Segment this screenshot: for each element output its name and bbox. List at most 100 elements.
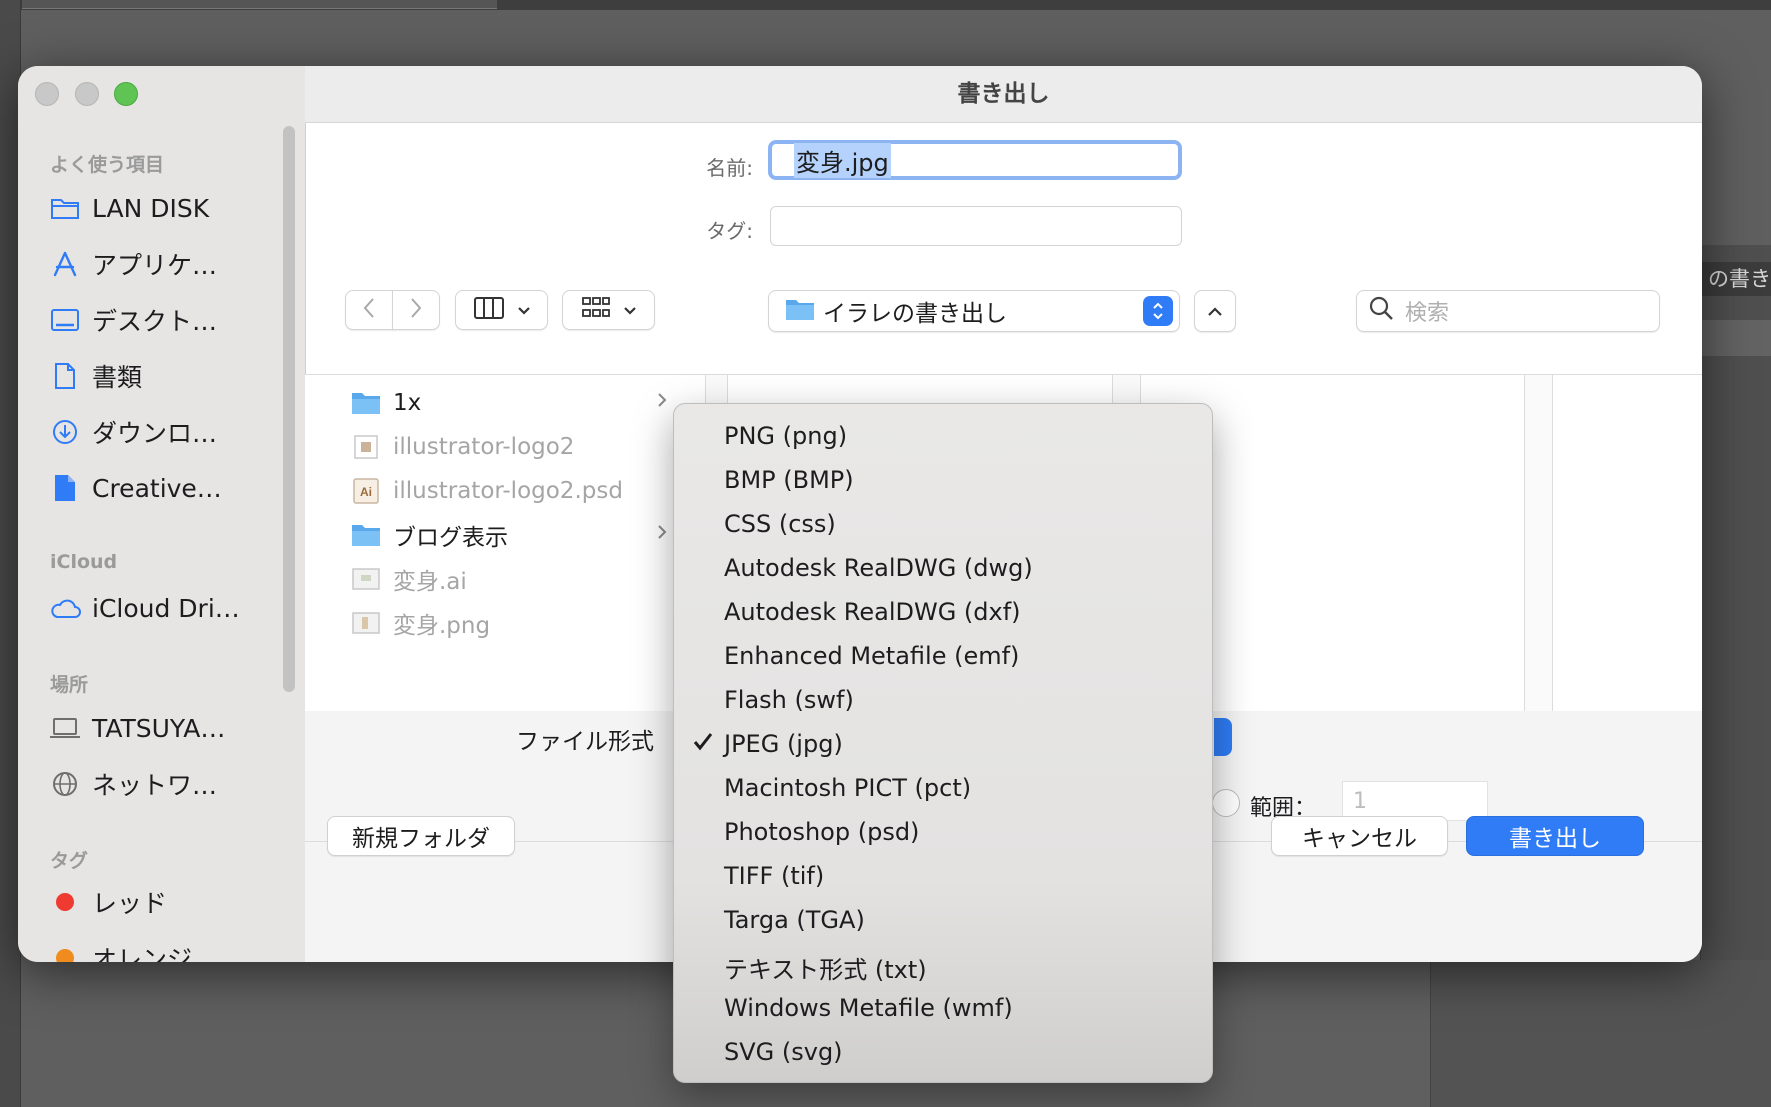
menu-item-label: BMP (BMP): [724, 466, 854, 494]
image-file-icon: [351, 608, 381, 638]
format-menu-item[interactable]: Windows Metafile (wmf): [674, 986, 1214, 1030]
sidebar-scrollbar[interactable]: [283, 126, 295, 692]
file-name: ブログ表示: [393, 525, 508, 551]
file-row-folder[interactable]: ブログ表示: [351, 515, 667, 555]
sidebar-item-computer[interactable]: TATSUYA…: [48, 706, 288, 750]
sidebar: よく使う項目 LAN DISK アプリケ… デスクト… 書類 ダウンロ… Cre…: [18, 66, 306, 962]
sidebar-item-desktop[interactable]: デスクト…: [48, 298, 288, 342]
location-popup[interactable]: イラレの書き出し: [768, 290, 1180, 332]
window-close-button[interactable]: [35, 82, 59, 106]
orange-tag-dot-icon: [48, 941, 82, 962]
menu-item-label: Windows Metafile (wmf): [724, 994, 1013, 1022]
file-row-folder[interactable]: 1x: [351, 383, 667, 423]
sidebar-item-label: TATSUYA…: [92, 713, 226, 743]
menu-item-label: Flash (swf): [724, 686, 854, 714]
format-menu-item[interactable]: Flash (swf): [674, 678, 1214, 722]
tags-input[interactable]: [770, 206, 1182, 246]
format-menu-item-selected[interactable]: JPEG (jpg): [674, 722, 1214, 766]
view-columns-button[interactable]: [455, 290, 548, 330]
chevron-right-icon: [657, 521, 667, 546]
window-minimize-button[interactable]: [75, 82, 99, 106]
sidebar-section-icloud: iCloud: [50, 551, 118, 573]
format-menu-item[interactable]: SVG (svg): [674, 1030, 1214, 1074]
column-gutter: [1524, 375, 1552, 711]
sidebar-item-label: LAN DISK: [92, 193, 210, 223]
sidebar-section-places: 場所: [50, 674, 89, 696]
sidebar-item-documents[interactable]: 書類: [48, 354, 288, 398]
format-menu-item[interactable]: Autodesk RealDWG (dxf): [674, 590, 1214, 634]
range-radio[interactable]: [1212, 789, 1240, 817]
format-menu-item[interactable]: Macintosh PICT (pct): [674, 766, 1214, 810]
file-format-popup-edge[interactable]: [1214, 718, 1232, 756]
chevron-down-icon: [517, 301, 531, 320]
sidebar-item-applications[interactable]: アプリケ…: [48, 242, 288, 286]
expand-collapse-button[interactable]: [1194, 290, 1236, 332]
format-menu-item[interactable]: CSS (css): [674, 502, 1214, 546]
folder-icon: [351, 388, 381, 418]
background-panel-title: の書き出: [1700, 262, 1771, 296]
folder-icon: [785, 297, 815, 325]
format-menu-item[interactable]: テキスト形式 (txt): [674, 942, 1214, 986]
format-menu-item[interactable]: PNG (png): [674, 414, 1214, 458]
popup-stepper-icon: [1143, 296, 1173, 326]
sidebar-item-downloads[interactable]: ダウンロ…: [48, 410, 288, 454]
search-input[interactable]: 検索: [1356, 290, 1660, 332]
background-panel-selection: [1700, 320, 1771, 356]
sidebar-item-tag-orange[interactable]: オレンジ: [48, 936, 288, 962]
file-row-disabled: 変身.ai: [351, 559, 667, 599]
sidebar-item-lan-disk[interactable]: LAN DISK: [48, 186, 288, 230]
format-menu-item[interactable]: Photoshop (psd): [674, 810, 1214, 854]
sidebar-item-label: Creative…: [92, 473, 222, 503]
laptop-icon: [48, 711, 82, 745]
sidebar-item-label: 書類: [92, 363, 143, 392]
sidebar-item-icloud-drive[interactable]: iCloud Dri…: [48, 586, 288, 630]
sidebar-item-label: オレンジ: [92, 945, 193, 962]
location-label: イラレの書き出し: [823, 301, 1007, 327]
format-menu-item[interactable]: Autodesk RealDWG (dwg): [674, 546, 1214, 590]
cancel-button[interactable]: キャンセル: [1271, 816, 1448, 856]
format-menu-item[interactable]: TIFF (tif): [674, 854, 1214, 898]
sidebar-section-favorites: よく使う項目: [50, 154, 165, 176]
globe-icon: [48, 767, 82, 801]
file-row-disabled: illustrator-logo2: [351, 427, 667, 467]
name-label: 名前:: [706, 156, 753, 180]
group-by-button[interactable]: [562, 290, 655, 330]
menu-item-label: JPEG (jpg): [724, 730, 843, 758]
file-name: 変身.png: [393, 613, 491, 639]
file-name: 変身.ai: [393, 569, 467, 595]
format-menu-item[interactable]: BMP (BMP): [674, 458, 1214, 502]
menu-item-label: Targa (TGA): [724, 906, 865, 934]
export-button[interactable]: 書き出し: [1466, 816, 1644, 856]
sidebar-item-label: iCloud Dri…: [92, 593, 240, 623]
search-icon: [1369, 296, 1395, 326]
filename-input[interactable]: 変身.jpg: [768, 140, 1182, 180]
back-button[interactable]: [345, 290, 393, 330]
folder-icon: [48, 191, 82, 225]
menu-item-label: SVG (svg): [724, 1038, 843, 1066]
chevron-left-icon: [362, 297, 376, 323]
grid-icon: [581, 296, 611, 324]
sidebar-section-tags: タグ: [50, 850, 89, 872]
sidebar-item-label: レッド: [92, 889, 168, 918]
desktop-icon: [48, 303, 82, 337]
file-icon: [48, 471, 82, 505]
format-menu-item[interactable]: Enhanced Metafile (emf): [674, 634, 1214, 678]
file-row-disabled: 変身.png: [351, 603, 667, 643]
forward-button[interactable]: [392, 290, 440, 330]
sidebar-item-creative-cloud[interactable]: Creative…: [48, 466, 288, 510]
svg-text:Ai: Ai: [360, 485, 372, 499]
ai-file-icon: [351, 432, 381, 462]
sidebar-item-network[interactable]: ネットワ…: [48, 762, 288, 806]
file-row-disabled: Ai illustrator-logo2.psd: [351, 471, 667, 511]
range-input[interactable]: 1: [1342, 781, 1488, 821]
dialog-title: 書き出し: [957, 81, 1050, 107]
chevron-down-icon: [623, 301, 637, 320]
format-menu-item[interactable]: Targa (TGA): [674, 898, 1214, 942]
sidebar-item-tag-red[interactable]: レッド: [48, 880, 288, 924]
window-zoom-button[interactable]: [114, 82, 138, 106]
new-folder-button[interactable]: 新規フォルダ: [327, 816, 515, 856]
menu-item-label: テキスト形式 (txt): [724, 956, 927, 984]
background-tab: [22, 0, 497, 9]
search-placeholder: 検索: [1405, 301, 1450, 326]
illustrator-file-icon: Ai: [351, 476, 381, 506]
